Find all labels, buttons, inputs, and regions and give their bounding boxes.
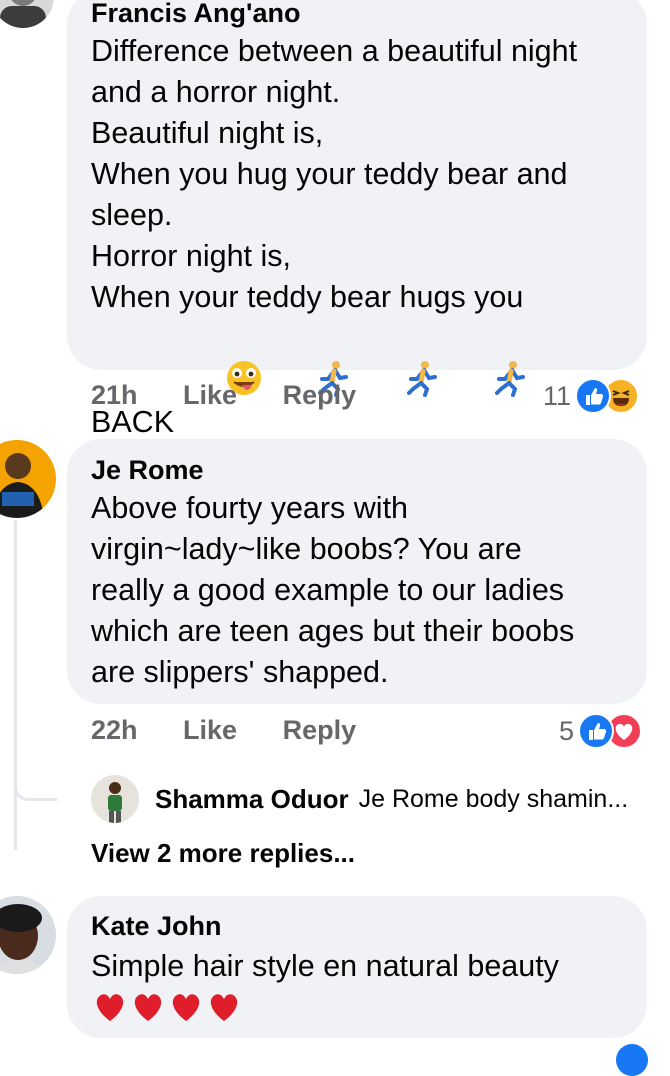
comment-author[interactable]: Francis Ang'ano (91, 0, 300, 30)
reply-text: Je Rome body shamin... (358, 784, 629, 813)
reaction-summary[interactable]: 5 (559, 713, 643, 749)
reply-author[interactable]: Shamma Oduor (155, 784, 349, 815)
avatar-francis[interactable] (0, 0, 54, 28)
avatar-shamma-oduor[interactable] (91, 775, 139, 823)
avatar-je-rome[interactable] (0, 440, 56, 518)
like-reaction-icon (616, 1044, 648, 1076)
comment-author[interactable]: Je Rome (91, 453, 204, 487)
comment-author[interactable]: Kate John (91, 909, 222, 943)
comment-bubble-kate-john: Kate John Simple hair style en natural b… (67, 896, 647, 1038)
like-button[interactable]: Like (183, 715, 237, 746)
reply-button[interactable]: Reply (283, 380, 357, 411)
reaction-count: 5 (559, 715, 575, 746)
reaction-count: 11 (543, 380, 572, 411)
like-reaction-icon (578, 713, 615, 749)
comment-text: Above fourty years with virgin~lady~like… (91, 491, 575, 689)
view-more-replies-link[interactable]: View 2 more replies... (91, 838, 355, 869)
red-heart-emoji (129, 987, 167, 1036)
thread-branch-line (14, 760, 57, 801)
comment-actions: 21h Like Reply (91, 380, 356, 411)
red-heart-emoji (91, 987, 129, 1036)
like-reaction-icon (575, 378, 612, 414)
comment-timestamp[interactable]: 22h (91, 715, 138, 746)
comment-text-content: Simple hair style en natural beauty (91, 949, 559, 983)
comment-bubble-francis: Francis Ang'ano Difference between a bea… (67, 0, 647, 439)
thread-connector (14, 520, 17, 850)
running-man-emoji (441, 318, 530, 449)
comment-bubble-je-rome: Je Rome Above fourty years with virgin~l… (67, 439, 647, 704)
running-man-emoji (352, 318, 441, 449)
avatar-kate-john[interactable] (0, 896, 56, 974)
comment-actions: 22h Like Reply (91, 715, 356, 746)
reply-button[interactable]: Reply (283, 715, 357, 746)
reaction-summary[interactable]: 11 (543, 378, 640, 414)
comment-timestamp[interactable]: 21h (91, 380, 138, 411)
comment-text: Simple hair style en natural beauty (91, 946, 627, 1036)
red-heart-emoji (167, 987, 205, 1036)
red-heart-emoji (205, 987, 243, 1036)
like-button[interactable]: Like (183, 380, 237, 411)
reply-preview[interactable]: Shamma Oduor Je Rome body shamin... (91, 773, 628, 825)
